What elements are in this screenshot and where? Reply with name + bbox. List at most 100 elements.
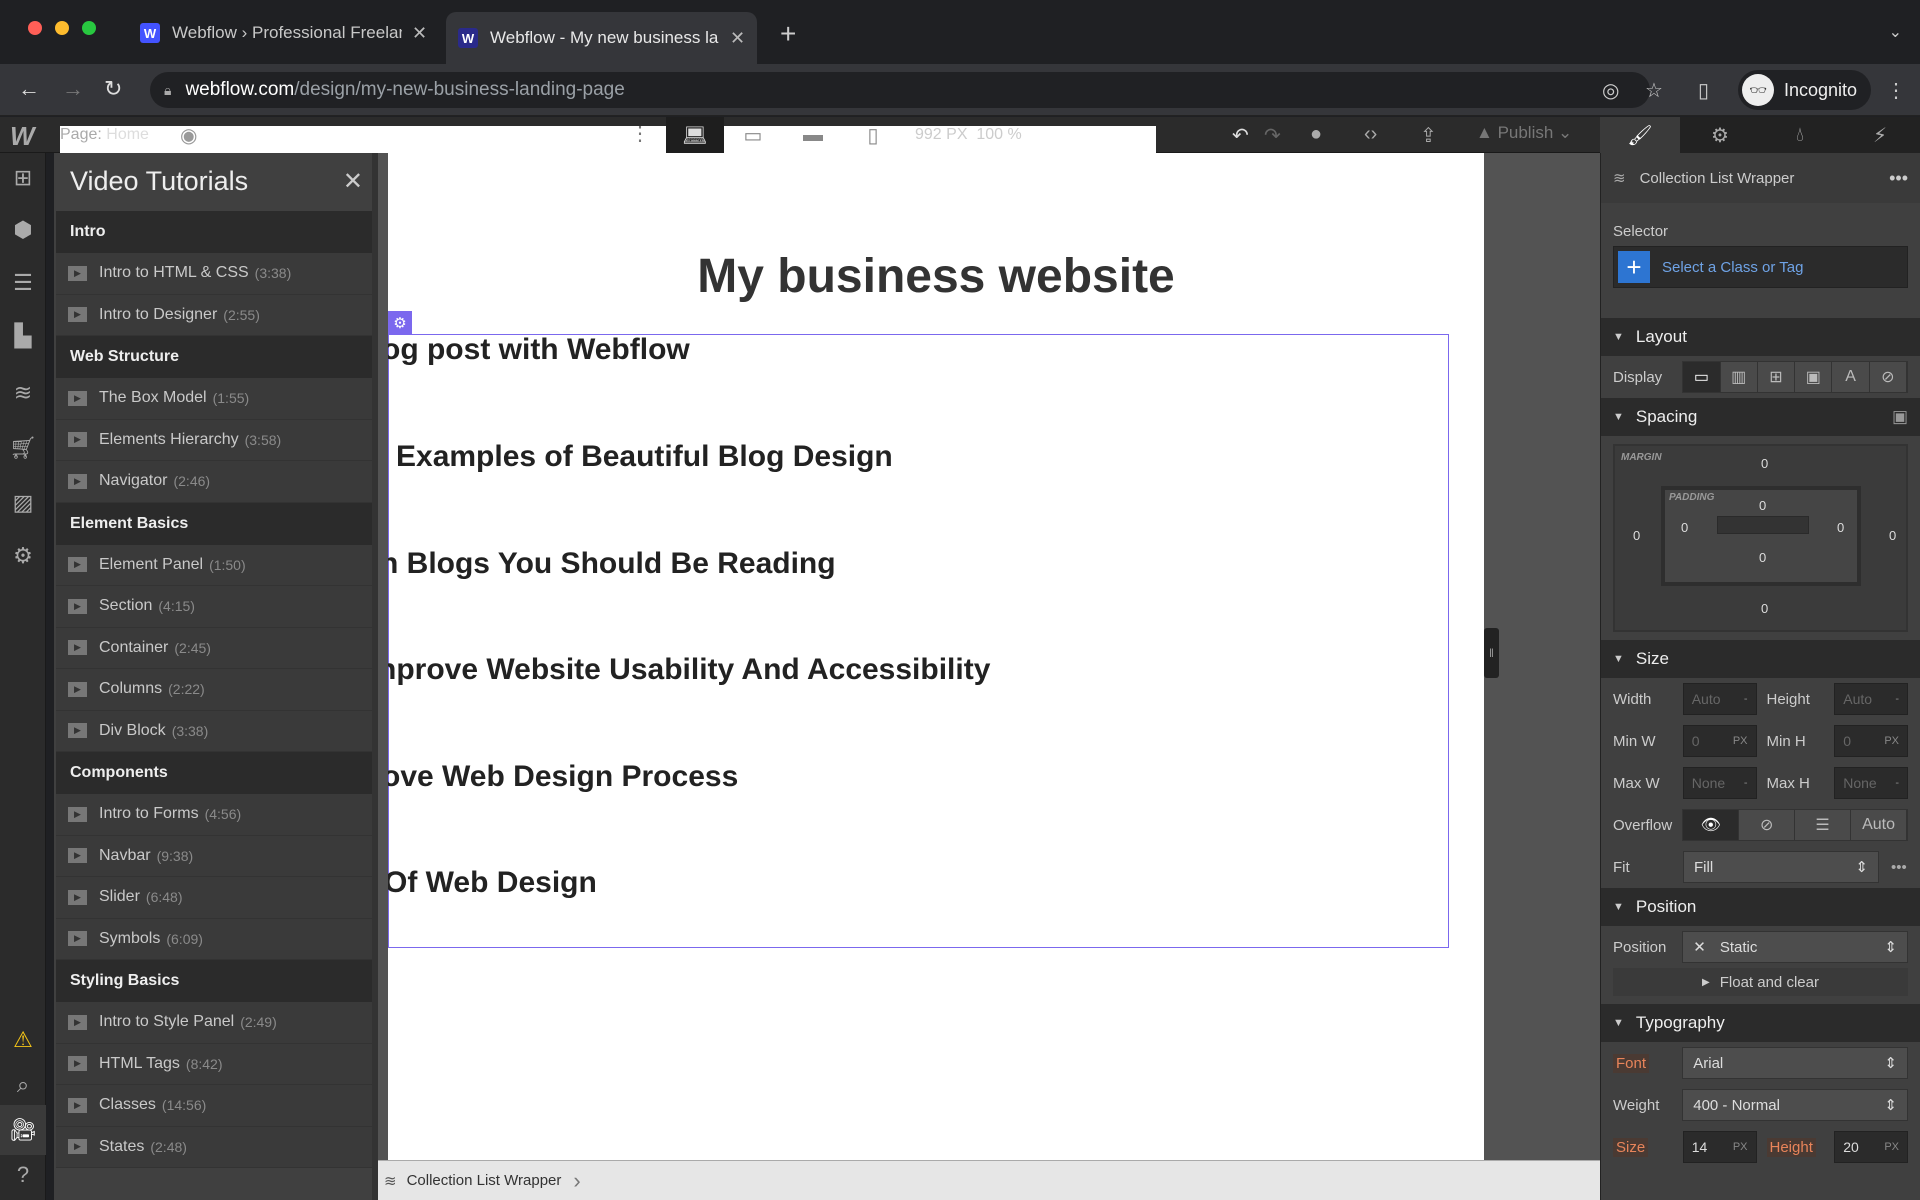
overflow-visible-eye-icon[interactable]: 👁︎ [1683, 810, 1740, 840]
position-select[interactable]: ✕ Static ⇕ [1682, 931, 1908, 963]
reload-icon[interactable]: ↻ [104, 76, 122, 102]
undo-icon[interactable]: ↶ [1232, 123, 1249, 148]
section-size[interactable]: ▼ Size [1601, 640, 1920, 678]
style-manager-drops-icon[interactable]: 💧︎ [1760, 117, 1840, 153]
max-height-input[interactable]: None - [1834, 767, 1909, 799]
settings-gear-icon[interactable]: ⚙ [1680, 117, 1760, 153]
assets-images-icon[interactable]: ▨ [0, 478, 46, 528]
selector-input[interactable]: + Select a Class or Tag [1613, 246, 1908, 288]
fit-select[interactable]: Fill ⇕ [1683, 851, 1879, 883]
mobile-portrait-breakpoint-icon[interactable]: ▯ [844, 117, 902, 153]
tutorial-item[interactable]: ▶ Div Block (3:38) [56, 710, 376, 752]
close-icon[interactable]: ✕ [343, 167, 363, 196]
tutorial-item[interactable]: ▶ The Box Model (1:55) [56, 378, 376, 420]
maximize-window-button[interactable] [82, 21, 96, 35]
section-layout[interactable]: ▼ Layout [1601, 318, 1920, 356]
tracking-blocked-eye-icon[interactable]: ◎ [1602, 78, 1619, 103]
add-elements-icon[interactable]: ⊞ [0, 153, 46, 203]
address-bar[interactable]: 🔒︎ webflow.com/design/my-new-business-la… [150, 72, 1650, 108]
margin-bottom[interactable]: 0 [1761, 601, 1768, 616]
tutorial-item[interactable]: ▶ States (2:48) [56, 1126, 376, 1168]
max-width-input[interactable]: None - [1682, 767, 1757, 799]
help-icon[interactable]: ? [0, 1150, 46, 1200]
tutorial-item[interactable]: ▶ Intro to Forms (4:56) [56, 794, 376, 836]
margin-top[interactable]: 0 [1761, 456, 1768, 471]
overflow-auto-button[interactable]: Auto [1851, 810, 1907, 840]
element-settings-gear-icon[interactable]: ⚙ [388, 311, 412, 335]
pages-icon[interactable]: ▙ [0, 311, 46, 361]
overflow-hidden-icon[interactable]: ⊘ [1739, 810, 1796, 840]
section-position[interactable]: ▼ Position [1601, 888, 1920, 926]
desktop-breakpoint-icon[interactable]: 💻︎ [666, 117, 724, 153]
page-heading[interactable]: My business website [388, 249, 1484, 304]
tutorial-item[interactable]: ▶ Intro to Style Panel (2:49) [56, 1002, 376, 1044]
line-height-input[interactable]: 20 PX [1834, 1131, 1909, 1163]
tutorial-item[interactable]: ▶ HTML Tags (8:42) [56, 1043, 376, 1085]
section-spacing[interactable]: ▼ Spacing ▣ [1601, 398, 1920, 436]
side-panel-icon[interactable]: ▯ [1698, 78, 1709, 103]
preview-eye-icon[interactable]: ◉ [180, 123, 197, 148]
more-options-icon[interactable]: ••• [1891, 859, 1907, 876]
margin-right[interactable]: 0 [1889, 528, 1896, 543]
collection-list-wrapper-selection[interactable] [388, 334, 1449, 948]
more-options-icon[interactable]: ⋮ [630, 121, 650, 146]
add-class-plus-icon[interactable]: + [1618, 251, 1650, 283]
blog-post-title[interactable]: og post with Webflow [388, 333, 690, 367]
min-height-input[interactable]: 0 PX [1834, 725, 1909, 757]
bookmark-star-icon[interactable]: ☆ [1645, 78, 1663, 103]
float-and-clear-toggle[interactable]: ▶ Float and clear [1613, 968, 1908, 996]
width-input[interactable]: Auto - [1682, 683, 1757, 715]
publish-button[interactable]: ▲ Publish ⌄ [1476, 123, 1572, 143]
symbols-cube-icon[interactable]: ⬢ [0, 205, 46, 255]
font-size-input[interactable]: 14 PX [1682, 1131, 1757, 1163]
section-typography[interactable]: ▼ Typography [1601, 1004, 1920, 1042]
close-window-button[interactable] [28, 21, 42, 35]
back-icon[interactable]: ← [18, 76, 40, 102]
display-flex-icon[interactable]: ▥ [1721, 362, 1758, 392]
tutorial-item[interactable]: ▶ Intro to Designer (2:55) [56, 294, 376, 336]
display-none-icon[interactable]: ⊘ [1870, 362, 1907, 392]
height-input[interactable]: Auto - [1834, 683, 1909, 715]
tutorial-item[interactable]: ▶ Classes (14:56) [56, 1085, 376, 1127]
blog-post-title[interactable]: Of Web Design [388, 866, 597, 900]
font-select[interactable]: Arial ⇕ [1682, 1047, 1908, 1079]
comments-icon[interactable]: ● [1310, 123, 1322, 146]
browser-menu-icon[interactable]: ⋮ [1886, 78, 1906, 103]
style-panel-brush-icon[interactable]: 🖌︎ [1600, 117, 1680, 153]
canvas-resize-handle[interactable]: ‖ [1484, 628, 1499, 678]
overflow-scroll-icon[interactable]: ☰ [1795, 810, 1852, 840]
blog-post-title[interactable]: nprove Website Usability And Accessibili… [388, 653, 990, 687]
interactions-bolt-icon[interactable]: ⚡︎ [1840, 117, 1920, 153]
tab-search-chevron-icon[interactable]: ⌄ [1889, 22, 1902, 42]
tutorial-item[interactable]: ▶ Container (2:45) [56, 627, 376, 669]
webflow-logo-icon[interactable]: W [10, 121, 35, 152]
video-tutorials-icon[interactable]: 🎥︎ [0, 1105, 46, 1155]
padding-bottom[interactable]: 0 [1759, 550, 1766, 565]
tutorial-item[interactable]: ▶ Slider (6:48) [56, 877, 376, 919]
blog-post-title[interactable]: ove Web Design Process [388, 760, 738, 794]
tutorial-item[interactable]: ▶ Elements Hierarchy (3:58) [56, 419, 376, 461]
forward-icon[interactable]: → [62, 76, 84, 102]
padding-left[interactable]: 0 [1681, 520, 1688, 535]
canvas-page[interactable]: My business website ⚙ og post with Webfl… [388, 153, 1484, 1160]
audit-warning-icon[interactable]: ⚠ [0, 1015, 46, 1065]
share-icon[interactable]: ⇪ [1420, 123, 1437, 148]
display-grid-icon[interactable]: ⊞ [1758, 362, 1796, 392]
mobile-landscape-breakpoint-icon[interactable]: ▬ [784, 117, 842, 153]
display-block-icon[interactable]: ▭ [1683, 362, 1721, 392]
tutorial-item[interactable]: ▶ Section (4:15) [56, 586, 376, 628]
redo-icon[interactable]: ↷ [1264, 123, 1281, 148]
code-export-icon[interactable]: ‹› [1364, 123, 1377, 146]
new-tab-button[interactable]: + [780, 18, 796, 50]
weight-select[interactable]: 400 - Normal ⇕ [1682, 1089, 1908, 1121]
project-settings-gear-icon[interactable]: ⚙ [0, 531, 46, 581]
breadcrumb-item[interactable]: Collection List Wrapper [407, 1172, 562, 1189]
padding-top[interactable]: 0 [1759, 498, 1766, 513]
close-tab-icon[interactable]: ✕ [412, 23, 427, 44]
display-inline-block-icon[interactable]: ▣ [1795, 362, 1833, 392]
tutorial-item[interactable]: ▶ Symbols (6:09) [56, 918, 376, 960]
tutorial-item[interactable]: ▶ Element Panel (1:50) [56, 544, 376, 586]
ecommerce-cart-icon[interactable]: 🛒︎ [0, 423, 46, 473]
tutorial-item[interactable]: ▶ Intro to HTML & CSS (3:38) [56, 253, 376, 295]
tablet-breakpoint-icon[interactable]: ▭ [724, 117, 782, 153]
